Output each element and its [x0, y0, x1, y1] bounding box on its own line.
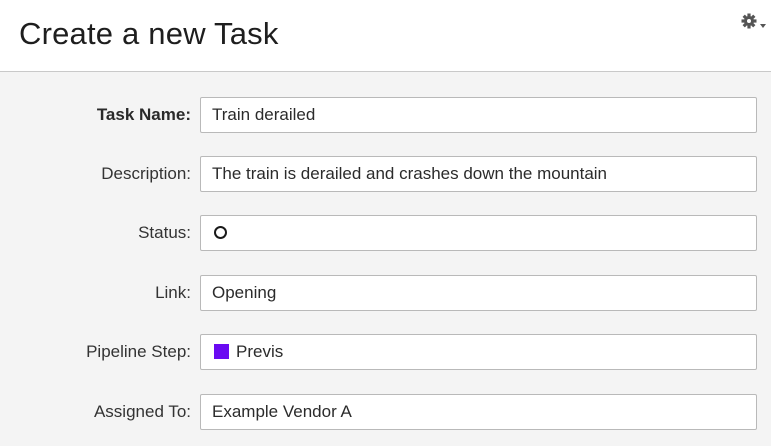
- status-field[interactable]: [200, 215, 757, 251]
- dialog-header: Create a new Task: [0, 0, 771, 72]
- assigned-to-field[interactable]: Example Vendor A: [200, 394, 757, 430]
- dialog-title: Create a new Task: [19, 16, 279, 51]
- open-circle-icon: [214, 225, 227, 239]
- status-label: Status:: [138, 223, 191, 242]
- pipeline-step-field[interactable]: Previs: [200, 334, 757, 370]
- assigned-to-row: Assigned To: Example Vendor A: [0, 393, 771, 431]
- pipeline-step-value: Previs: [236, 342, 284, 361]
- chevron-down-icon: [760, 24, 766, 28]
- link-field[interactable]: Opening: [200, 275, 757, 311]
- pipeline-step-label: Pipeline Step:: [86, 342, 191, 361]
- task-name-label: Task Name:: [96, 105, 191, 124]
- status-row: Status:: [0, 214, 771, 252]
- task-name-row: Task Name: Train derailed: [0, 96, 771, 134]
- pipeline-step-row: Pipeline Step: Previs: [0, 333, 771, 371]
- create-task-dialog: Create a new Task Task Name: Train derai…: [0, 0, 771, 446]
- link-label: Link:: [155, 283, 191, 302]
- gear-icon[interactable]: [740, 12, 768, 32]
- link-row: Link: Opening: [0, 274, 771, 312]
- description-field[interactable]: The train is derailed and crashes down t…: [200, 156, 757, 192]
- pipeline-step-color-swatch: [214, 343, 229, 359]
- description-label: Description:: [101, 164, 191, 183]
- task-name-field[interactable]: Train derailed: [200, 97, 757, 133]
- description-row: Description: The train is derailed and c…: [0, 155, 771, 193]
- assigned-to-label: Assigned To:: [93, 402, 191, 421]
